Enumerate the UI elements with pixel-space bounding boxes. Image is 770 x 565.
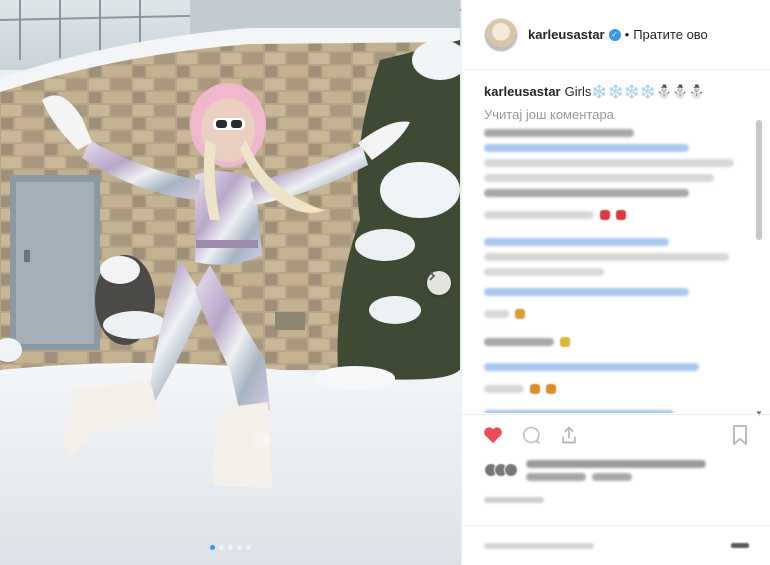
- heart-icon: [484, 426, 502, 443]
- blurred-comment-line: [484, 174, 714, 182]
- blurred-comment-line: [484, 303, 749, 325]
- blurred-post-date: [484, 497, 544, 503]
- blurred-post-comment-button[interactable]: [731, 543, 749, 548]
- scrollbar-thumb[interactable]: [756, 120, 762, 240]
- liker-avatar[interactable]: [504, 463, 518, 477]
- post-actions-bar: [462, 414, 770, 454]
- blurred-comment-line: [484, 378, 749, 400]
- like-button[interactable]: [482, 424, 504, 446]
- carousel-dot: [246, 545, 251, 550]
- post-caption: karleusastar Girls❄️❄️❄️❄️⛄⛄⛄: [484, 83, 749, 101]
- blurred-comment-line: [484, 363, 699, 371]
- author-avatar[interactable]: [484, 17, 518, 52]
- caption-username[interactable]: karleusastar: [484, 84, 561, 99]
- blurred-comment-input[interactable]: [484, 542, 594, 549]
- caption-text: Girls❄️❄️❄️❄️⛄⛄⛄: [564, 84, 705, 99]
- blurred-comment-line: [484, 268, 604, 276]
- liker-avatars: [484, 463, 518, 477]
- blurred-likes-text: [526, 459, 706, 481]
- add-comment-bar[interactable]: [462, 525, 770, 565]
- carousel-dot: [237, 545, 242, 550]
- verified-badge-icon: ✓: [608, 28, 621, 41]
- blurred-comment-line: [484, 204, 749, 226]
- author-username[interactable]: karleusastar: [528, 27, 605, 42]
- blurred-comment-line: [484, 238, 669, 246]
- post-image: [0, 0, 461, 565]
- comments-section[interactable]: karleusastar Girls❄️❄️❄️❄️⛄⛄⛄ Учитај још …: [462, 71, 770, 413]
- blurred-comment-list: [484, 129, 749, 413]
- blurred-comment-line: [484, 410, 674, 413]
- blurred-comment-line: [484, 144, 689, 152]
- carousel-dot: [228, 545, 233, 550]
- post-side-panel: karleusastar ✓ • Пратите ово karleusasta…: [461, 0, 770, 565]
- blurred-comment-line: [484, 331, 749, 353]
- comment-icon: [522, 426, 541, 444]
- save-button[interactable]: [729, 424, 751, 446]
- comments-scrollbar[interactable]: ▼: [755, 120, 763, 418]
- header-separator: •: [624, 27, 630, 42]
- blurred-comment-line: [484, 288, 689, 296]
- post-header: karleusastar ✓ • Пратите ово: [462, 0, 770, 70]
- blurred-comment-line: [484, 129, 634, 137]
- carousel-dot: [210, 545, 215, 550]
- carousel-next-button[interactable]: [427, 271, 451, 295]
- share-icon: [562, 425, 576, 443]
- instagram-post-view: karleusastar ✓ • Пратите ово karleusasta…: [0, 0, 770, 565]
- share-button[interactable]: [558, 424, 580, 446]
- chevron-right-icon: [429, 271, 436, 281]
- blurred-comment-line: [484, 253, 729, 261]
- blurred-comment-line: [484, 189, 689, 197]
- follow-button[interactable]: Пратите ово: [633, 27, 708, 42]
- blurred-comment-line: [484, 159, 734, 167]
- bookmark-icon: [733, 424, 747, 445]
- carousel-indicator: [0, 545, 461, 550]
- post-photo[interactable]: [0, 0, 461, 565]
- carousel-dot: [219, 545, 224, 550]
- comment-button[interactable]: [520, 424, 542, 446]
- load-more-comments-button[interactable]: Учитај још коментара: [484, 107, 749, 122]
- likes-summary: [484, 454, 754, 486]
